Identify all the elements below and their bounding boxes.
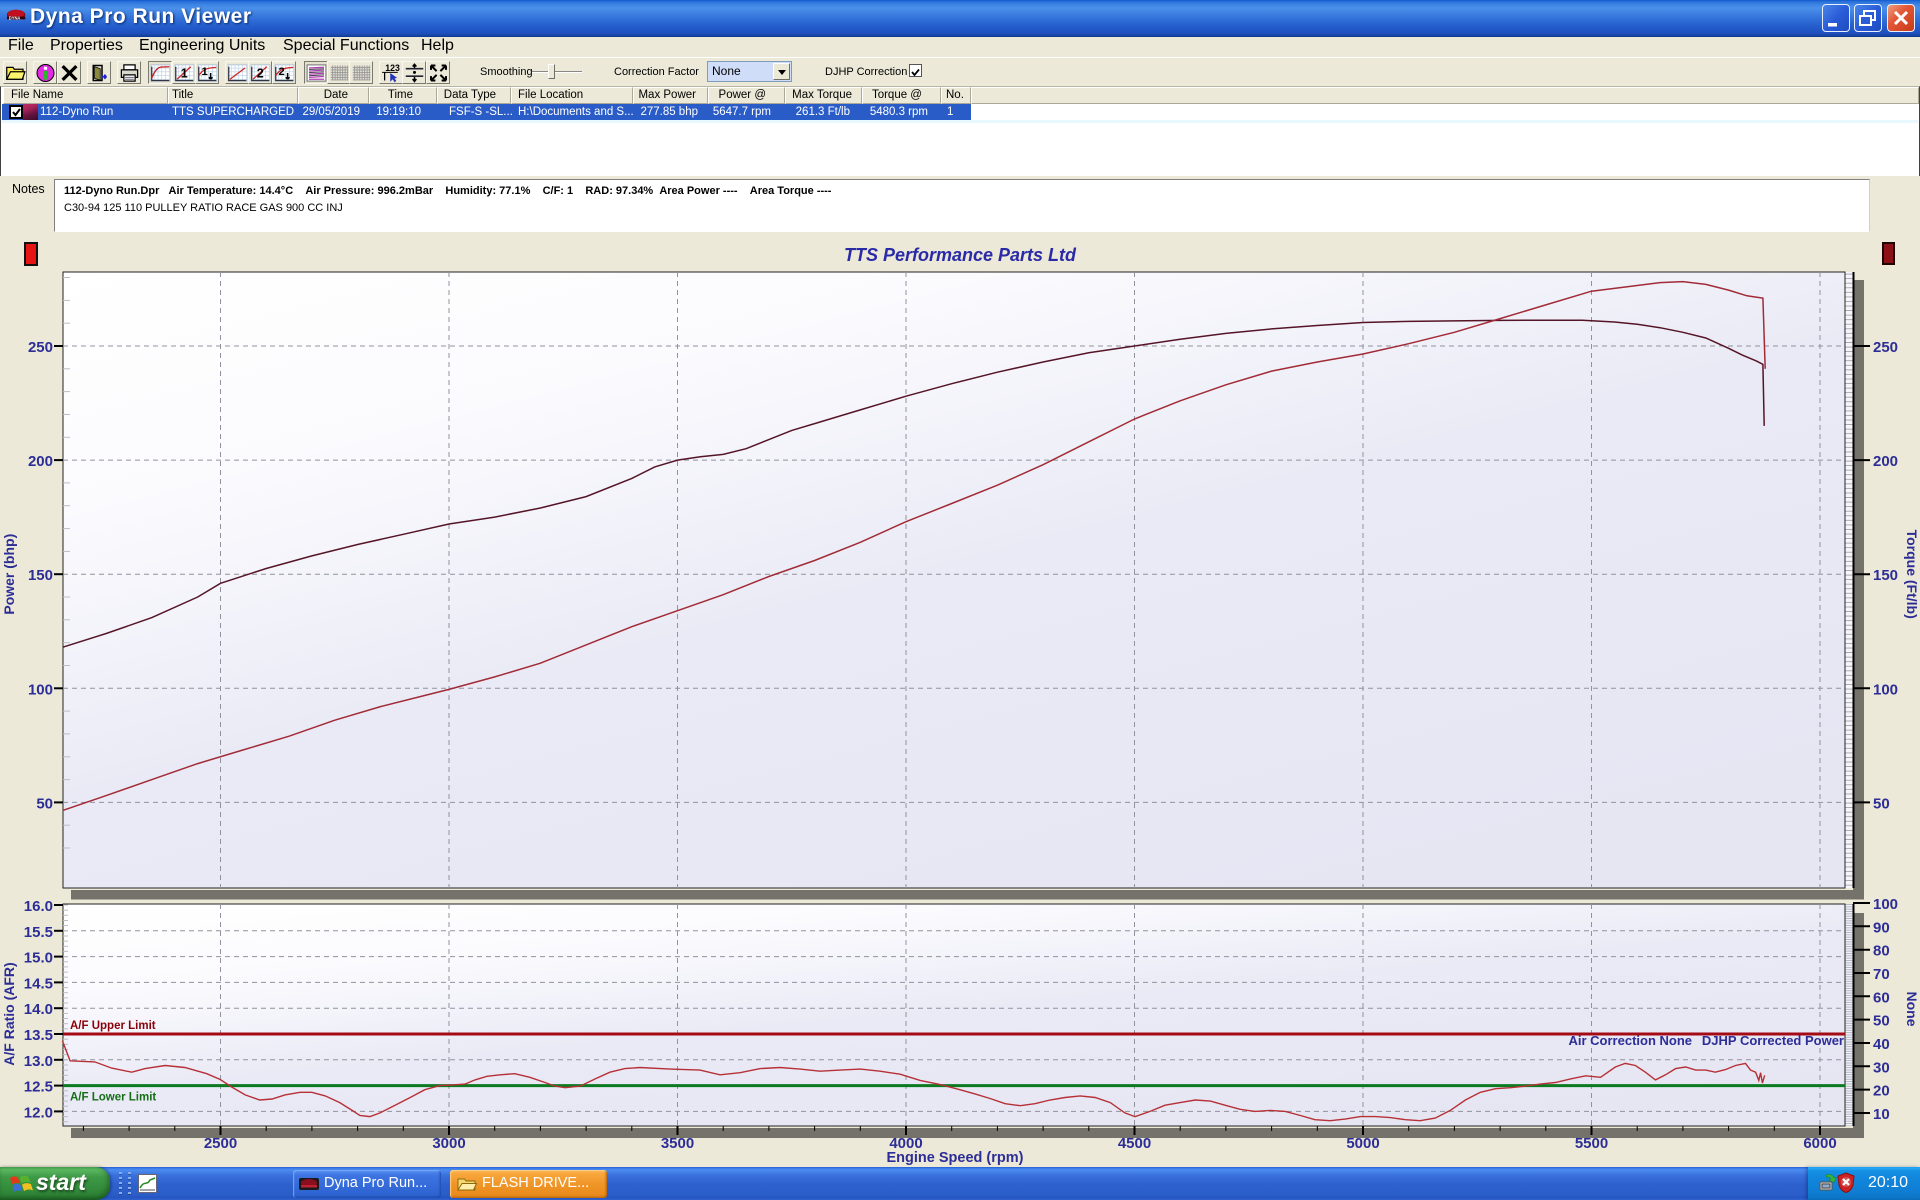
- svg-text:4500: 4500: [1118, 1135, 1151, 1152]
- svg-text:50: 50: [1873, 795, 1890, 812]
- svg-text:5500: 5500: [1575, 1135, 1608, 1152]
- svg-text:DYNA: DYNA: [9, 16, 21, 21]
- svg-text:Air Correction None: Air Correction None: [1568, 1033, 1692, 1048]
- svg-text:90: 90: [1873, 919, 1890, 936]
- svg-text:A/F Ratio (AFR): A/F Ratio (AFR): [1, 962, 17, 1065]
- svg-text:50: 50: [36, 795, 53, 812]
- svg-text:100: 100: [28, 681, 53, 698]
- svg-text:3000: 3000: [432, 1135, 465, 1152]
- svg-text:100: 100: [1873, 896, 1898, 913]
- svg-text:14.5: 14.5: [24, 975, 53, 992]
- svg-text:200: 200: [28, 453, 53, 470]
- svg-text:12.5: 12.5: [24, 1079, 53, 1096]
- svg-text:3500: 3500: [661, 1135, 694, 1152]
- svg-text:DJHP Corrected Power: DJHP Corrected Power: [1702, 1033, 1844, 1048]
- svg-text:6000: 6000: [1803, 1135, 1836, 1152]
- svg-text:2: 2: [278, 66, 284, 78]
- svg-text:2: 2: [257, 66, 264, 80]
- svg-text:200: 200: [1873, 453, 1898, 470]
- svg-text:150: 150: [1873, 567, 1898, 584]
- svg-text:1: 1: [202, 66, 208, 78]
- svg-text:150: 150: [28, 567, 53, 584]
- svg-text:Power (bhp): Power (bhp): [1, 534, 17, 615]
- svg-text:Engine Speed (rpm): Engine Speed (rpm): [887, 1150, 1024, 1166]
- svg-text:15.5: 15.5: [24, 924, 53, 941]
- svg-text:20: 20: [1873, 1083, 1890, 1100]
- svg-text:12.0: 12.0: [24, 1104, 53, 1121]
- svg-text:Torque (Ft/lb): Torque (Ft/lb): [1904, 530, 1920, 619]
- svg-text:5000: 5000: [1346, 1135, 1379, 1152]
- svg-text:40: 40: [1873, 1036, 1890, 1053]
- svg-text:70: 70: [1873, 966, 1890, 983]
- svg-text:1: 1: [180, 66, 187, 80]
- svg-text:250: 250: [1873, 339, 1898, 356]
- svg-text:2500: 2500: [204, 1135, 237, 1152]
- svg-text:100: 100: [1873, 681, 1898, 698]
- svg-text:16.0: 16.0: [24, 898, 53, 915]
- svg-text:60: 60: [1873, 989, 1890, 1006]
- svg-text:50: 50: [1873, 1013, 1890, 1030]
- svg-text:13.5: 13.5: [24, 1027, 53, 1044]
- svg-text:A/F Upper Limit: A/F Upper Limit: [70, 1020, 156, 1032]
- svg-text:10: 10: [1873, 1106, 1890, 1123]
- svg-text:15.0: 15.0: [24, 950, 53, 967]
- svg-text:13.0: 13.0: [24, 1053, 53, 1070]
- svg-text:250: 250: [28, 339, 53, 356]
- svg-text:None: None: [1904, 992, 1920, 1027]
- svg-text:TTS Performance Parts Ltd: TTS Performance Parts Ltd: [844, 245, 1077, 265]
- svg-text:123: 123: [385, 63, 400, 73]
- svg-text:30: 30: [1873, 1059, 1890, 1076]
- svg-text:14.0: 14.0: [24, 1001, 53, 1018]
- svg-text:80: 80: [1873, 943, 1890, 960]
- svg-text:A/F Lower Limit: A/F Lower Limit: [70, 1092, 156, 1104]
